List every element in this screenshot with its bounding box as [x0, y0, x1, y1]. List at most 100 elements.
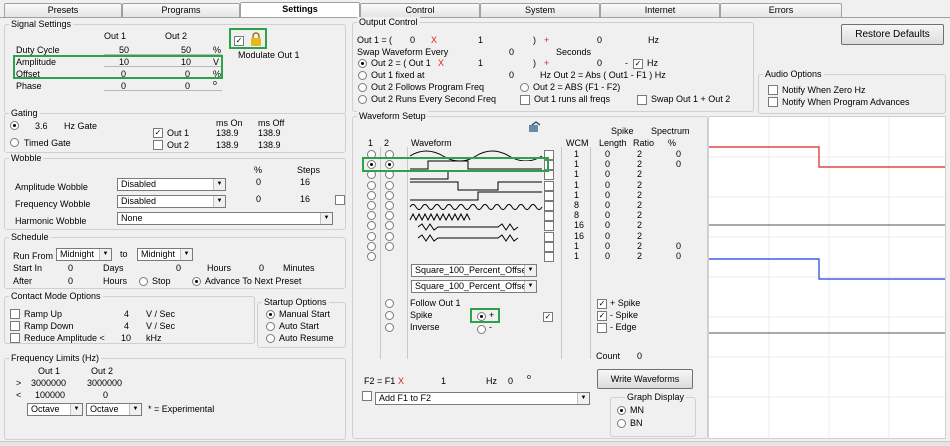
graph-bn-radio[interactable]: [617, 419, 626, 428]
gate-out2-checkbox[interactable]: [153, 140, 163, 150]
amplitude-wobble-select[interactable]: Disabled ▼: [117, 178, 226, 191]
waveform-editor-icon[interactable]: [528, 121, 542, 133]
swap-value[interactable]: 0: [509, 47, 514, 58]
run-from-select[interactable]: Midnight ▼: [56, 248, 112, 261]
waveform-enable-checkbox[interactable]: [544, 241, 554, 252]
waveform-enable-checkbox[interactable]: [544, 190, 554, 201]
run-to-select[interactable]: Midnight ▼: [137, 248, 193, 261]
after-value[interactable]: 0: [68, 276, 73, 287]
waveform-enable-checkbox[interactable]: [544, 180, 554, 191]
amplitude-wobble-pct[interactable]: 0: [256, 177, 261, 188]
hours-value[interactable]: 0: [259, 263, 264, 274]
custom-waveform-select-2[interactable]: Square_100_Percent_Offset ▼: [411, 280, 537, 293]
min-out2[interactable]: 0: [103, 390, 108, 401]
reduce-amplitude-checkbox[interactable]: [10, 333, 20, 343]
notify-zero-checkbox[interactable]: [768, 85, 778, 95]
waveform-out1-radio[interactable]: [367, 190, 376, 200]
hz-gate-value[interactable]: 3.6: [35, 121, 48, 132]
gate-out1-off[interactable]: 138.9: [258, 128, 281, 139]
graph-mn-radio[interactable]: [617, 406, 626, 415]
waveform-out2-radio[interactable]: [385, 190, 394, 200]
days-value[interactable]: 0: [176, 263, 181, 274]
custom-waveform-select-1[interactable]: Square_100_Percent_Offset ▼: [411, 264, 537, 277]
waveform-out1-radio[interactable]: [367, 252, 376, 261]
write-waveforms-button[interactable]: Write Waveforms: [597, 369, 693, 389]
add-f1-select[interactable]: Add F1 to F2 ▼: [375, 392, 590, 405]
restore-defaults-button[interactable]: Restore Defaults: [841, 24, 944, 45]
spike-minus-radio[interactable]: [477, 325, 486, 334]
out1-fixed-radio[interactable]: [358, 71, 367, 80]
start-in-value[interactable]: 0: [68, 263, 73, 274]
ramp-up-value[interactable]: 4: [124, 309, 129, 320]
inverse-radio[interactable]: [385, 323, 394, 332]
f2-phase[interactable]: 0: [508, 376, 513, 387]
amplitude-wobble-steps[interactable]: 16: [300, 177, 310, 188]
auto-start-radio[interactable]: [266, 322, 275, 331]
tab-settings[interactable]: Settings: [240, 2, 360, 18]
abs-diff-radio[interactable]: [520, 83, 529, 92]
tab-presets[interactable]: Presets: [4, 3, 122, 17]
harmonic-wobble-select[interactable]: None ▼: [117, 212, 333, 225]
out2-hz-checkbox[interactable]: ✓: [633, 59, 643, 69]
spike-enable-checkbox[interactable]: ✓: [543, 312, 553, 322]
minus-spike-checkbox[interactable]: ✓: [597, 311, 607, 321]
spectrum-value[interactable]: 0: [676, 251, 681, 262]
out2-formula-radio[interactable]: [358, 59, 367, 68]
ramp-down-value[interactable]: 4: [124, 321, 129, 332]
frequency-wobble-steps[interactable]: 16: [300, 194, 310, 205]
runs-every-second-radio[interactable]: [358, 95, 367, 104]
waveform-out1-radio[interactable]: [367, 241, 376, 251]
waveform-out1-radio[interactable]: [367, 180, 376, 190]
waveform-preview[interactable]: [408, 229, 544, 243]
limit-out1-select[interactable]: Octave ▼: [27, 403, 83, 416]
waveform-out2-radio[interactable]: [385, 231, 394, 241]
follow-out1-radio[interactable]: [385, 299, 394, 308]
out1-mult-value[interactable]: 1: [478, 35, 483, 46]
gate-out1-on[interactable]: 138.9: [216, 128, 239, 139]
timed-gate-radio[interactable]: [10, 138, 19, 147]
spike-radio[interactable]: [385, 311, 394, 320]
waveform-out1-radio[interactable]: [367, 201, 376, 210]
out1-offset[interactable]: 0: [597, 35, 602, 46]
waveform-enable-checkbox[interactable]: [544, 201, 554, 211]
tab-errors[interactable]: Errors: [720, 3, 842, 17]
limit-out2-select[interactable]: Octave ▼: [86, 403, 142, 416]
notify-advance-checkbox[interactable]: [768, 97, 778, 107]
spike-length-value[interactable]: 0: [605, 251, 610, 262]
tab-system[interactable]: System: [480, 3, 600, 17]
frequency-wobble-checkbox[interactable]: [335, 195, 345, 205]
edge-checkbox[interactable]: [597, 323, 607, 333]
out1-coef[interactable]: 0: [410, 35, 415, 46]
wcm-value[interactable]: 1: [574, 251, 579, 262]
frequency-wobble-select[interactable]: Disabled ▼: [117, 195, 226, 208]
tab-internet[interactable]: Internet: [600, 3, 720, 17]
advance-radio[interactable]: [192, 277, 201, 286]
gate-out2-on[interactable]: 138.9: [216, 140, 239, 151]
plus-spike-checkbox[interactable]: ✓: [597, 299, 607, 309]
waveform-enable-checkbox[interactable]: [544, 211, 554, 222]
hz-gate-radio[interactable]: [10, 121, 19, 130]
waveform-enable-checkbox[interactable]: [544, 231, 554, 242]
waveform-out2-radio[interactable]: [385, 241, 394, 251]
waveform-enable-checkbox[interactable]: [544, 252, 554, 262]
gate-out2-off[interactable]: 138.9: [258, 140, 281, 151]
auto-resume-radio[interactable]: [266, 334, 275, 343]
waveform-out2-radio[interactable]: [385, 201, 394, 210]
tab-programs[interactable]: Programs: [122, 3, 240, 17]
f2-mult-value[interactable]: 1: [441, 376, 446, 387]
manual-start-radio[interactable]: [266, 310, 275, 319]
out2-mult-value[interactable]: 1: [478, 58, 483, 69]
out1-fixed-value[interactable]: 0: [509, 70, 514, 81]
out2-offset[interactable]: 0: [597, 58, 602, 69]
swap-outputs-checkbox[interactable]: [637, 95, 647, 105]
tab-control[interactable]: Control: [360, 3, 480, 17]
spectrum-value[interactable]: 0: [676, 159, 681, 170]
gate-out1-checkbox[interactable]: ✓: [153, 128, 163, 138]
ramp-up-checkbox[interactable]: [10, 309, 20, 319]
min-out1[interactable]: 100000: [35, 390, 65, 401]
follows-program-radio[interactable]: [358, 83, 367, 92]
add-f1-checkbox[interactable]: [362, 391, 372, 401]
waveform-out1-radio[interactable]: [367, 231, 376, 241]
frequency-wobble-pct[interactable]: 0: [256, 194, 261, 205]
stop-radio[interactable]: [139, 277, 148, 286]
